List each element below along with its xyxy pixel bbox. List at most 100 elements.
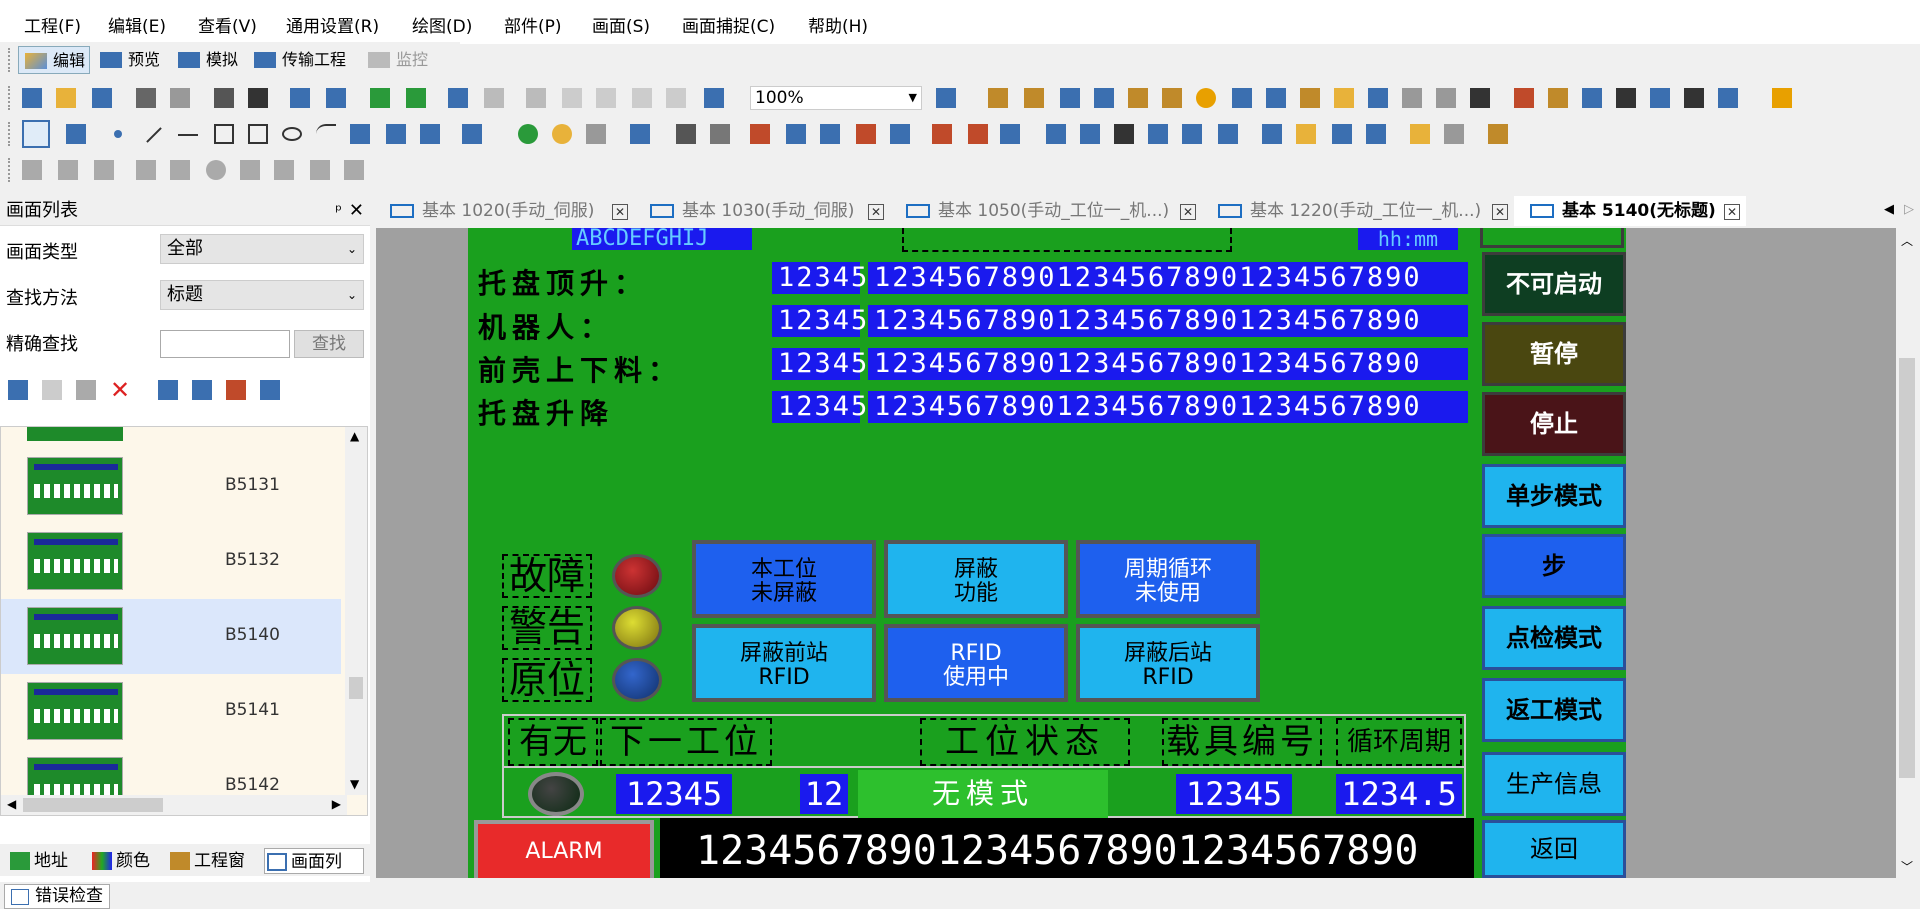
project-icon[interactable] [1548, 88, 1568, 108]
numeric-icon[interactable] [630, 124, 650, 144]
distribute-icon[interactable] [136, 160, 156, 180]
menu-parts[interactable]: 部件(P) [504, 12, 562, 37]
mode-edit-button[interactable]: 编辑 [18, 46, 91, 74]
error-check-icon[interactable] [704, 88, 724, 108]
chevron-right-icon[interactable]: ▶ [332, 797, 341, 811]
delete-icon[interactable] [666, 88, 686, 108]
menu-edit[interactable]: 编辑(E) [108, 12, 166, 37]
tab-project-window[interactable]: 工程窗 [168, 848, 245, 874]
alarm-display-icon[interactable] [932, 124, 952, 144]
new-icon[interactable] [22, 88, 42, 108]
chevron-up-icon[interactable]: ▲ [350, 429, 359, 443]
hscroll-thumb[interactable] [23, 798, 163, 812]
group-icon[interactable] [240, 160, 260, 180]
text-display[interactable]: 123456789012345678901234567890 [868, 348, 1468, 380]
menu-draw[interactable]: 绘图(D) [412, 12, 472, 37]
recipe-icon[interactable] [1266, 88, 1286, 108]
library-icon[interactable] [988, 88, 1008, 108]
back-icon[interactable] [344, 160, 364, 180]
hint-icon[interactable] [1410, 124, 1430, 144]
delete-screen-icon[interactable]: ✕ [110, 376, 130, 404]
design-canvas[interactable]: ABCDEFGHIJ hh:mm 托盘顶升： 12345 12345678901… [376, 228, 1896, 878]
chevron-up-icon[interactable]: ︿ [1901, 232, 1913, 249]
warning-lamp[interactable] [612, 606, 662, 650]
duplicate-icon[interactable] [632, 88, 652, 108]
doc-tab[interactable]: 基本 1020(手动_伺服) ✕ [374, 196, 634, 226]
scatter-chart-icon[interactable] [820, 124, 840, 144]
grid-icon[interactable] [676, 124, 696, 144]
fault-lamp[interactable] [612, 554, 662, 598]
distribute2-icon[interactable] [170, 160, 190, 180]
tab-address[interactable]: 地址 [8, 848, 68, 874]
zoom-select[interactable]: 100% ▼ [750, 86, 922, 110]
ellipse-icon[interactable] [282, 127, 302, 141]
inspection-mode-button[interactable]: 点检模式 [1482, 606, 1626, 670]
picture-icon[interactable] [1514, 88, 1534, 108]
user-icon[interactable] [1616, 88, 1636, 108]
menu-general-settings[interactable]: 通用设置(R) [286, 12, 379, 37]
copy-icon[interactable] [562, 88, 582, 108]
switch-icon[interactable] [386, 124, 406, 144]
list-vscrollbar[interactable]: ▲ ▼ [345, 427, 367, 795]
list-item[interactable]: B5141 [1, 674, 341, 749]
pencil-icon[interactable] [1488, 124, 1508, 144]
rectangle-icon[interactable] [214, 124, 234, 144]
list-item-selected[interactable]: B5140 [1, 599, 341, 674]
pipe-icon[interactable] [1114, 124, 1134, 144]
stop-button[interactable]: 停止 [1482, 392, 1626, 456]
tab-scroll-left-icon[interactable]: ◀ [1884, 202, 1894, 217]
production-info-button[interactable]: 生产信息 [1482, 752, 1626, 816]
upload-icon[interactable] [406, 88, 426, 108]
save-icon[interactable] [92, 88, 112, 108]
close-icon[interactable]: ✕ [1724, 204, 1740, 220]
menu-help[interactable]: 帮助(H) [808, 12, 868, 37]
redo-icon[interactable] [484, 88, 504, 108]
screen-import-icon[interactable] [260, 380, 280, 400]
meter-icon[interactable] [890, 124, 910, 144]
doc-tab[interactable]: 基本 1050(手动_工位一_机...) ✕ [890, 196, 1202, 226]
numeric-display[interactable]: 12345 [772, 262, 867, 294]
file-icon[interactable] [1332, 124, 1352, 144]
data-table-icon[interactable] [1080, 124, 1100, 144]
key-icon[interactable] [1162, 88, 1182, 108]
print-preview-icon[interactable] [170, 88, 190, 108]
align-left-icon[interactable] [22, 160, 42, 180]
chevron-down-icon[interactable]: ▼ [350, 777, 359, 791]
scroll-thumb[interactable] [349, 677, 363, 699]
comment-icon[interactable] [1128, 88, 1148, 108]
doc-tab[interactable]: 基本 1030(手动_伺服) ✕ [634, 196, 890, 226]
tab-color[interactable]: 颜色 [90, 848, 150, 874]
single-step-mode-button[interactable]: 单步模式 [1482, 464, 1626, 528]
chevron-left-icon[interactable]: ◀ [7, 797, 16, 811]
cycle-time-value[interactable]: 1234.5 [1336, 774, 1462, 814]
carrier-number-value[interactable]: 12345 [1176, 774, 1292, 814]
screen-type-select[interactable]: 全部 ⌄ [160, 234, 364, 264]
image-part-icon[interactable] [1296, 124, 1316, 144]
chevron-down-icon[interactable]: ﹀ [1901, 858, 1913, 875]
close-icon[interactable]: ✕ [612, 204, 628, 220]
screen-icon[interactable] [290, 88, 310, 108]
close-icon[interactable]: ✕ [349, 196, 364, 226]
text-display[interactable]: 123456789012345678901234567890 [868, 262, 1468, 294]
front-icon[interactable] [310, 160, 330, 180]
new-screen-icon[interactable] [8, 380, 28, 400]
cut-icon[interactable] [526, 88, 546, 108]
copy-screen-icon[interactable] [42, 380, 62, 400]
mask-function-button[interactable]: 屏蔽 功能 [884, 540, 1068, 618]
station-unmasked-button[interactable]: 本工位 未屏蔽 [692, 540, 876, 618]
mode-monitor-button[interactable]: 监控 [362, 46, 432, 74]
tab-scroll-right-icon[interactable]: ▷ [1904, 202, 1914, 217]
scroll-thumb[interactable] [1899, 358, 1915, 778]
pie-chart-icon[interactable] [856, 124, 876, 144]
mode-preview-button[interactable]: 预览 [94, 46, 164, 74]
error-check-tab[interactable]: 错误检查 [4, 884, 110, 909]
paste-screen-icon[interactable] [76, 380, 96, 400]
pen-icon[interactable] [1444, 124, 1464, 144]
bulb-icon[interactable] [552, 124, 572, 144]
download-icon[interactable] [370, 88, 390, 108]
print-icon[interactable] [136, 88, 156, 108]
overlay-icon[interactable] [1262, 124, 1282, 144]
line-chart-icon[interactable] [786, 124, 806, 144]
numeric-display[interactable]: 12345 [772, 391, 867, 423]
station-small-value[interactable]: 12 [800, 774, 848, 814]
